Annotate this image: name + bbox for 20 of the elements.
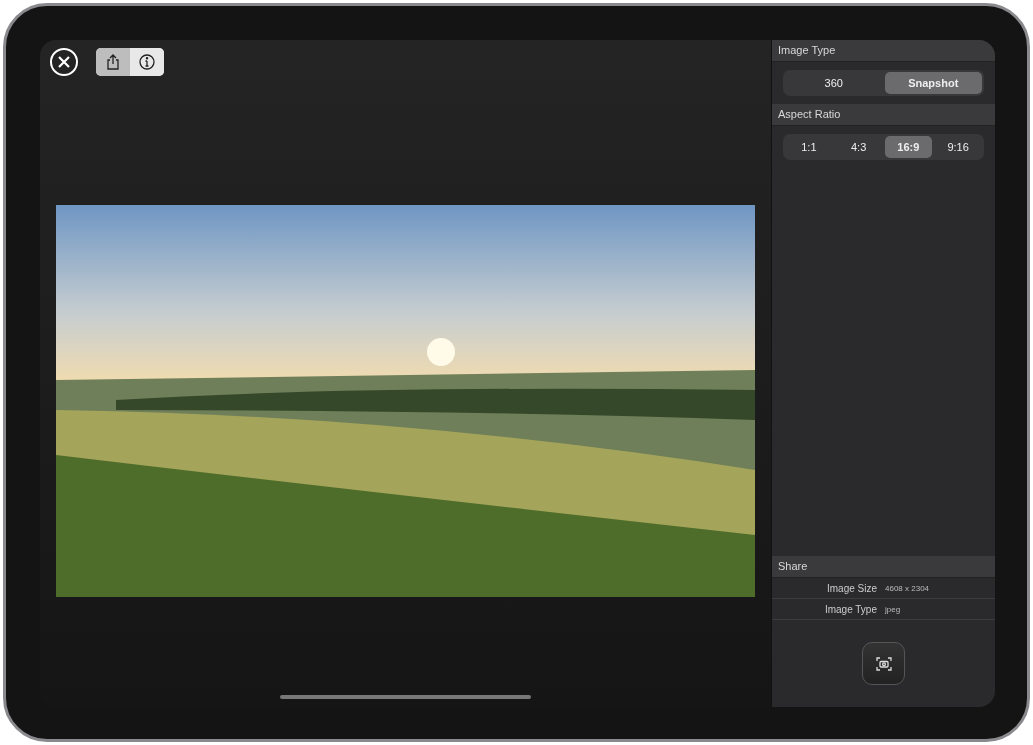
capture-button[interactable] — [862, 642, 905, 685]
segment-option[interactable]: 4:3 — [834, 136, 883, 158]
share-button[interactable] — [96, 48, 130, 76]
info-label: Image Size — [825, 582, 877, 594]
share-icon — [106, 54, 120, 70]
section-header: Aspect Ratio — [772, 104, 995, 126]
segment-option[interactable]: 360 — [785, 72, 883, 94]
close-button[interactable] — [50, 48, 78, 76]
segment-option[interactable]: 1:1 — [785, 136, 833, 158]
section-header: Image Type — [772, 40, 995, 62]
info-value: 4608 x 2304 — [885, 583, 931, 593]
section-header: Share — [772, 556, 995, 578]
info-label: Image Type — [823, 603, 877, 615]
segment-option[interactable]: Snapshot — [884, 72, 982, 94]
close-icon — [58, 56, 70, 68]
segment-option[interactable]: 16:9 — [884, 136, 933, 158]
segment-option[interactable]: 9:16 — [934, 136, 982, 158]
camera-icon — [875, 656, 892, 671]
info-value: jpeg — [885, 604, 902, 614]
info-icon — [139, 54, 155, 70]
